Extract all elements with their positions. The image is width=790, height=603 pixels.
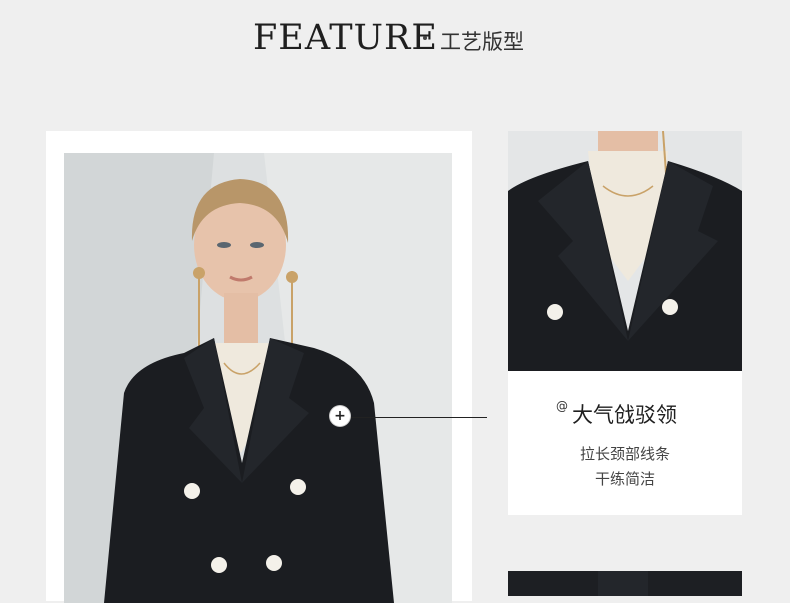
caption-at-symbol: @ — [556, 399, 568, 413]
collar-illustration — [508, 131, 742, 371]
callout-line — [350, 417, 487, 418]
next-photo — [508, 571, 742, 596]
model-photo — [64, 153, 452, 603]
caption-line-2: 干练简洁 — [594, 470, 655, 488]
feature-caption: @ 大气戗驳领 拉长颈部线条 干练简洁 — [508, 371, 742, 515]
caption-line-1: 拉长颈部线条 — [579, 445, 670, 463]
feature-header: FEATURE 工艺版型 — [0, 16, 790, 62]
feature-subtitle: 工艺版型 — [440, 30, 524, 54]
next-photo-illustration — [508, 571, 742, 596]
callout-marker-label: + — [334, 408, 346, 424]
separator-dot — [423, 36, 427, 40]
caption-title: 大气戗驳领 — [572, 403, 677, 427]
feature-title: FEATURE — [253, 18, 438, 58]
model-illustration — [64, 153, 452, 603]
collar-closeup-photo — [508, 131, 742, 371]
plus-icon[interactable]: + — [330, 406, 350, 426]
